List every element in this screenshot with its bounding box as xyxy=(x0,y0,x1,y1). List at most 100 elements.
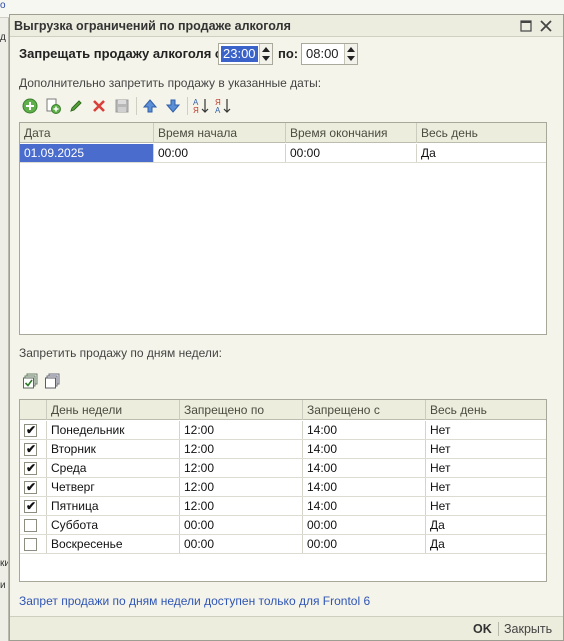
step-down-icon[interactable] xyxy=(347,56,355,61)
cell-forbidden-from[interactable]: 14:00 xyxy=(302,478,425,496)
checkbox-checked[interactable]: ✔ xyxy=(24,499,37,513)
move-up-icon[interactable] xyxy=(140,96,160,116)
background-link[interactable]: о xyxy=(0,0,6,11)
column-header-check[interactable] xyxy=(20,400,46,420)
cell-start-time[interactable]: 00:00 xyxy=(153,144,285,162)
svg-text:A: A xyxy=(215,106,221,115)
checkbox-checked[interactable]: ✔ xyxy=(24,461,37,475)
step-up-icon[interactable] xyxy=(262,47,270,52)
cell-weekday[interactable]: Воскресенье xyxy=(46,535,179,553)
cell-all-day[interactable]: Нет xyxy=(425,440,546,458)
checkmark-icon: ✔ xyxy=(26,480,37,494)
checkmark-icon: ✔ xyxy=(26,461,37,475)
cell-all-day[interactable]: Да xyxy=(416,144,546,162)
from-time-value: 23:00 xyxy=(221,46,258,62)
from-time-stepper[interactable] xyxy=(259,44,272,64)
table-row[interactable]: 01.09.2025 00:00 00:00 Да xyxy=(20,144,546,163)
close-icon[interactable] xyxy=(538,18,554,34)
add-icon[interactable] xyxy=(20,96,40,116)
column-header-date[interactable]: Дата xyxy=(20,123,153,143)
cell-all-day[interactable]: Нет xyxy=(425,497,546,515)
ok-button[interactable]: OK xyxy=(473,622,492,636)
step-down-icon[interactable] xyxy=(262,56,270,61)
cell-all-day[interactable]: Да xyxy=(425,516,546,534)
table-row[interactable]: ✔ Среда 12:00 14:00 Нет xyxy=(20,459,546,478)
toolbar-separator xyxy=(187,97,188,115)
title-bar: Выгрузка ограничений по продаже алкоголя xyxy=(10,15,563,37)
cell-forbidden-until[interactable]: 00:00 xyxy=(179,516,302,534)
cell-end-time[interactable]: 00:00 xyxy=(285,144,416,162)
dialog-footer: OK Закрыть xyxy=(10,616,563,640)
checkmark-icon: ✔ xyxy=(26,423,37,437)
cell-forbidden-until[interactable]: 12:00 xyxy=(179,459,302,477)
cell-forbidden-from[interactable]: 14:00 xyxy=(302,421,425,439)
background-text: д xyxy=(0,32,6,43)
cell-forbidden-from[interactable]: 00:00 xyxy=(302,535,425,553)
cell-forbidden-until[interactable]: 12:00 xyxy=(179,497,302,515)
sort-desc-icon[interactable]: ЯA xyxy=(213,96,233,116)
cell-forbidden-until[interactable]: 12:00 xyxy=(179,478,302,496)
move-down-icon[interactable] xyxy=(163,96,183,116)
edit-pencil-icon[interactable] xyxy=(66,96,86,116)
table-row[interactable]: ✔ Пятница 12:00 14:00 Нет xyxy=(20,497,546,516)
check-all-icon[interactable] xyxy=(21,371,41,391)
dates-table[interactable]: Дата Время начала Время окончания Весь д… xyxy=(19,122,547,335)
column-header-end-time[interactable]: Время окончания xyxy=(285,123,416,143)
from-time-input[interactable]: 23:00 xyxy=(218,43,273,65)
cell-weekday[interactable]: Пятница xyxy=(46,497,179,515)
toolbar-separator xyxy=(136,97,137,115)
column-header-forbidden-until[interactable]: Запрещено по xyxy=(179,400,302,420)
maximize-icon[interactable] xyxy=(518,18,534,34)
table-row[interactable]: ✔ Вторник 12:00 14:00 Нет xyxy=(20,440,546,459)
uncheck-all-icon[interactable] xyxy=(43,371,63,391)
cell-weekday[interactable]: Понедельник xyxy=(46,421,179,439)
cell-date[interactable]: 01.09.2025 xyxy=(20,144,153,162)
cell-checkbox: ✔ xyxy=(20,421,46,439)
checkbox-unchecked[interactable] xyxy=(24,538,37,551)
cell-forbidden-from[interactable]: 00:00 xyxy=(302,516,425,534)
cell-all-day[interactable]: Нет xyxy=(425,421,546,439)
checkbox-checked[interactable]: ✔ xyxy=(24,442,37,456)
table-row[interactable]: ✔ Понедельник 12:00 14:00 Нет xyxy=(20,421,546,440)
cell-forbidden-from[interactable]: 14:00 xyxy=(302,440,425,458)
column-header-all-day[interactable]: Весь день xyxy=(425,400,546,420)
column-header-all-day[interactable]: Весь день xyxy=(416,123,546,143)
cell-checkbox: ✔ xyxy=(20,459,46,477)
cell-forbidden-until[interactable]: 12:00 xyxy=(179,440,302,458)
cell-checkbox xyxy=(20,516,46,534)
sort-asc-icon[interactable]: AЯ xyxy=(191,96,211,116)
column-header-weekday[interactable]: День недели xyxy=(46,400,179,420)
cell-all-day[interactable]: Нет xyxy=(425,459,546,477)
close-button[interactable]: Закрыть xyxy=(504,622,552,636)
checkbox-unchecked[interactable] xyxy=(24,519,37,532)
table-row[interactable]: Воскресенье 00:00 00:00 Да xyxy=(20,535,546,554)
column-header-forbidden-from[interactable]: Запрещено с xyxy=(302,400,425,420)
window-title: Выгрузка ограничений по продаже алкоголя xyxy=(14,19,291,33)
weekdays-section-label: Запретить продажу по дням недели: xyxy=(19,346,222,360)
to-time-value: 08:00 xyxy=(306,46,339,61)
checkbox-checked[interactable]: ✔ xyxy=(24,423,37,437)
to-time-input[interactable]: 08:00 xyxy=(301,43,358,65)
cell-forbidden-from[interactable]: 14:00 xyxy=(302,497,425,515)
cell-weekday[interactable]: Суббота xyxy=(46,516,179,534)
cell-all-day[interactable]: Да xyxy=(425,535,546,553)
cell-all-day[interactable]: Нет xyxy=(425,478,546,496)
cell-weekday[interactable]: Среда xyxy=(46,459,179,477)
copy-add-icon[interactable] xyxy=(43,96,63,116)
cell-weekday[interactable]: Четверг xyxy=(46,478,179,496)
cell-forbidden-until[interactable]: 00:00 xyxy=(179,535,302,553)
checkmark-icon: ✔ xyxy=(26,499,37,513)
step-up-icon[interactable] xyxy=(347,47,355,52)
column-header-start-time[interactable]: Время начала xyxy=(153,123,285,143)
cell-checkbox xyxy=(20,535,46,553)
to-time-stepper[interactable] xyxy=(344,44,357,64)
cell-forbidden-until[interactable]: 12:00 xyxy=(179,421,302,439)
save-disk-icon[interactable] xyxy=(112,96,132,116)
table-row[interactable]: ✔ Четверг 12:00 14:00 Нет xyxy=(20,478,546,497)
table-row[interactable]: Суббота 00:00 00:00 Да xyxy=(20,516,546,535)
weekdays-table[interactable]: День недели Запрещено по Запрещено с Вес… xyxy=(19,399,547,582)
cell-forbidden-from[interactable]: 14:00 xyxy=(302,459,425,477)
cell-weekday[interactable]: Вторник xyxy=(46,440,179,458)
checkbox-checked[interactable]: ✔ xyxy=(24,480,37,494)
delete-icon[interactable] xyxy=(89,96,109,116)
